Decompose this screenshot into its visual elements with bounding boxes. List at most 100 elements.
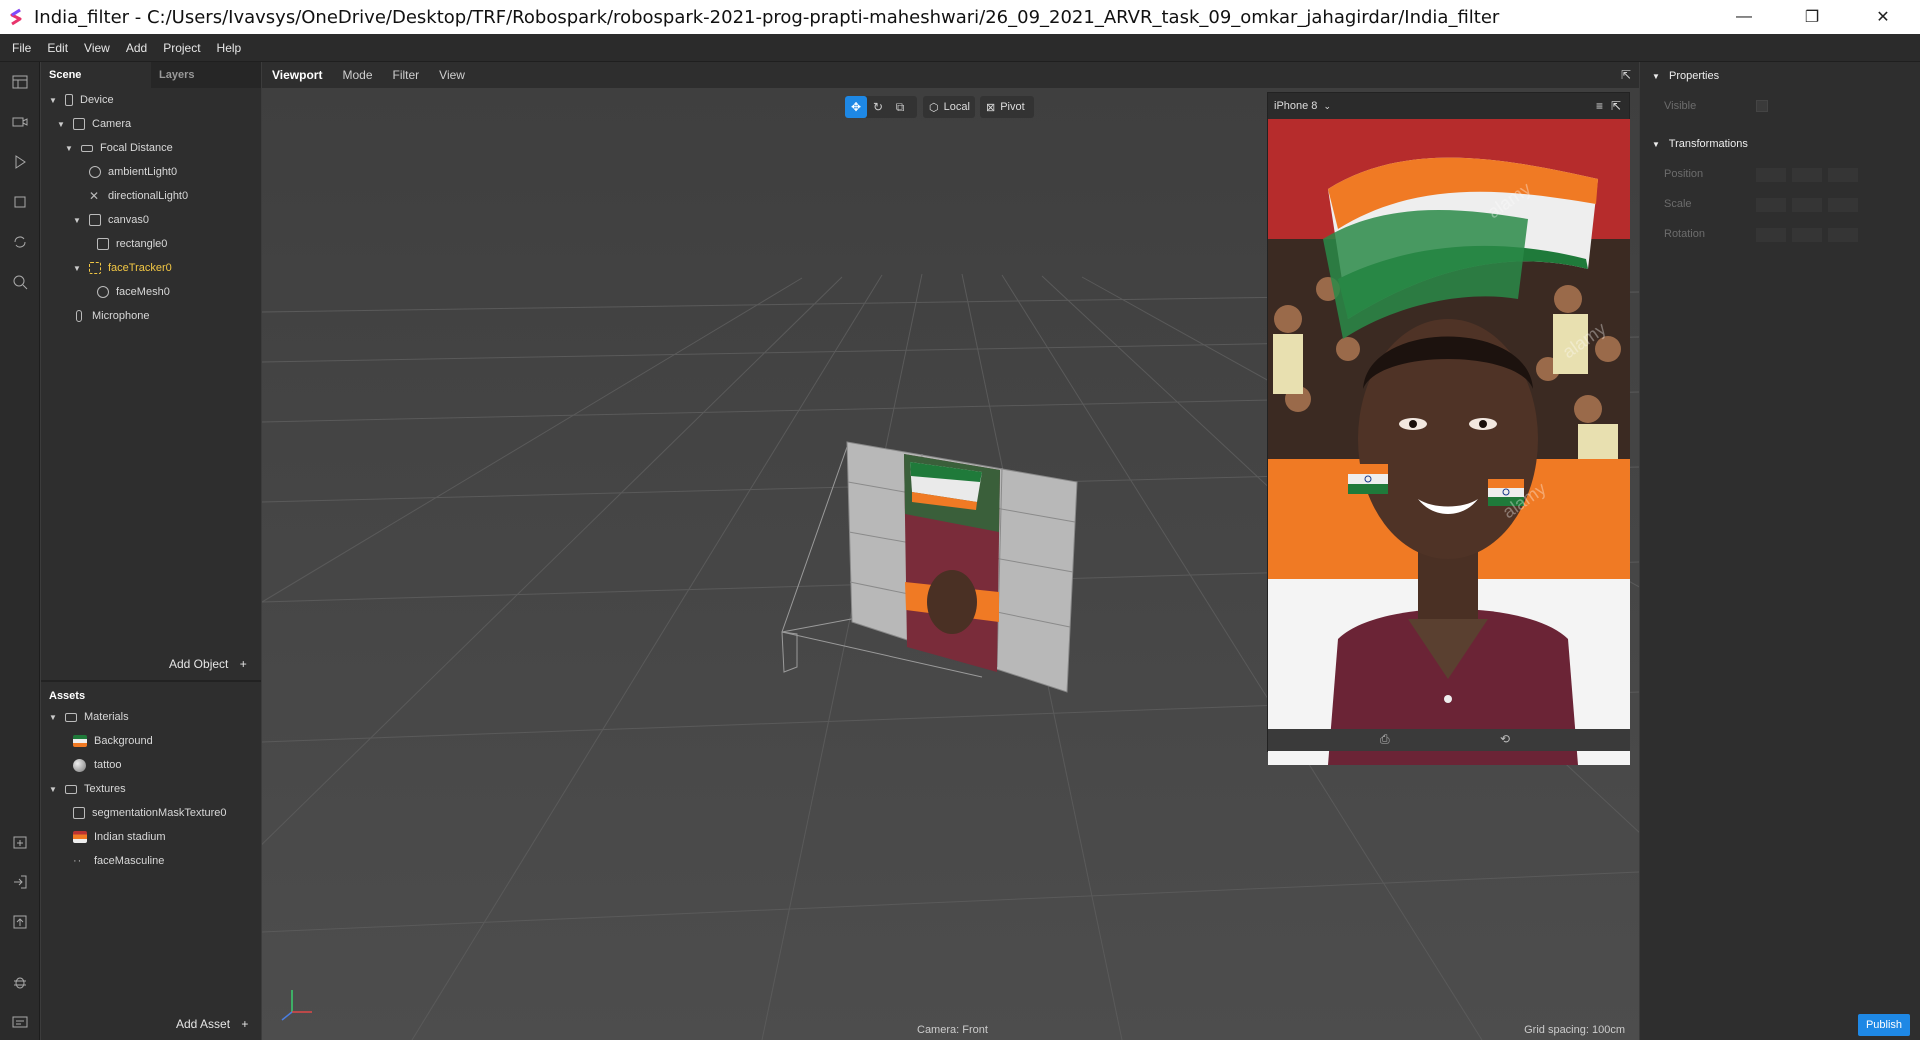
visible-label: Visible	[1664, 100, 1697, 112]
menu-help[interactable]: Help	[209, 41, 250, 55]
rotation-y-field[interactable]	[1792, 228, 1822, 242]
camera-status: Camera: Front	[917, 1024, 988, 1036]
focal-distance-icon	[81, 144, 93, 152]
menu-bar: File Edit View Add Project Help	[0, 34, 1920, 62]
camera-icon	[73, 118, 85, 130]
restore-icon: ❐	[1804, 9, 1820, 26]
position-y-field[interactable]	[1792, 168, 1822, 182]
asset-item-segmentation-mask[interactable]: segmentationMaskTexture0	[73, 803, 227, 823]
cube-icon: ⬡	[929, 101, 939, 114]
chevron-down-icon[interactable]: ▼	[65, 144, 75, 153]
scene-item-microphone[interactable]: Microphone	[73, 306, 149, 326]
menu-icon[interactable]: ≡	[1596, 99, 1603, 113]
popout-icon[interactable]: ⇱	[1611, 99, 1621, 113]
scene-item-focal-distance[interactable]: ▼ Focal Distance	[65, 138, 173, 158]
publish-button[interactable]: Publish	[1858, 1014, 1910, 1036]
popout-icon[interactable]: ⇱	[1621, 68, 1631, 82]
viewport[interactable]: Viewport Mode Filter View ⇱ ✥ ↻ ⧉ ⬡ Loca…	[262, 62, 1639, 1040]
close-icon: ✕	[1876, 9, 1890, 26]
layout-icon[interactable]	[10, 72, 30, 92]
menu-add[interactable]: Add	[118, 41, 155, 55]
simulator-preview[interactable]: alamy alamy alamy	[1268, 119, 1630, 765]
simulator-header: iPhone 8 ⌄ ≡ ⇱	[1268, 93, 1629, 119]
asset-item-background[interactable]: Background	[73, 731, 153, 751]
bug-icon[interactable]	[10, 972, 30, 992]
transformations-section[interactable]: ▼ Transformations	[1652, 138, 1748, 150]
rectangle-icon	[97, 238, 109, 250]
title-bar: India_filter - C:/Users/Ivavsys/OneDrive…	[0, 0, 1920, 34]
chevron-down-icon[interactable]: ▼	[49, 96, 59, 105]
add-asset-button[interactable]: Add Asset +	[176, 1017, 248, 1031]
chevron-down-icon: ▼	[1652, 140, 1660, 149]
add-object-button[interactable]: Add Object +	[169, 657, 247, 671]
cheek-flag-left	[1348, 464, 1388, 494]
scene-item-canvas[interactable]: ▼ canvas0	[73, 210, 149, 230]
scene-item-face-mesh[interactable]: faceMesh0	[97, 282, 170, 302]
chevron-down-icon[interactable]: ▼	[73, 216, 83, 225]
asset-folder-textures[interactable]: ▼ Textures	[49, 779, 126, 799]
scene-item-rectangle[interactable]: rectangle0	[97, 234, 167, 254]
chevron-down-icon[interactable]: ⌄	[1323, 101, 1331, 112]
scale-x-field[interactable]	[1756, 198, 1786, 212]
scale-tool-icon[interactable]: ⧉	[889, 96, 911, 118]
pivot-toggle[interactable]: ⊠ Pivot	[980, 96, 1034, 118]
simulator-panel: iPhone 8 ⌄ ≡ ⇱ alamy alamy alamy ⎙ ⟲	[1267, 92, 1630, 765]
minimize-icon: —	[1736, 8, 1752, 25]
rotate-device-icon[interactable]: ⟲	[1500, 732, 1510, 746]
position-x-field[interactable]	[1756, 168, 1786, 182]
tab-mode[interactable]: Mode	[332, 68, 382, 82]
tab-layers[interactable]: Layers	[151, 62, 261, 88]
local-toggle[interactable]: ⬡ Local	[923, 96, 975, 118]
device-select[interactable]: iPhone 8	[1274, 100, 1317, 112]
scene-item-face-tracker[interactable]: ▼ faceTracker0	[73, 258, 172, 278]
scene-item-directional-light[interactable]: ✕ directionalLight0	[89, 186, 188, 206]
canvas-icon	[89, 214, 101, 226]
close-button[interactable]: ✕	[1855, 0, 1911, 34]
asset-item-indian-stadium[interactable]: Indian stadium	[73, 827, 166, 847]
import-icon[interactable]	[10, 832, 30, 852]
scene-item-device[interactable]: ▼ Device	[49, 90, 114, 110]
scale-z-field[interactable]	[1828, 198, 1858, 212]
screenshot-icon[interactable]: ⎙	[1380, 732, 1390, 747]
rotate-tool-icon[interactable]: ↻	[867, 96, 889, 118]
rotation-z-field[interactable]	[1828, 228, 1858, 242]
scene-item-ambient-light[interactable]: ambientLight0	[89, 162, 177, 182]
minimize-button[interactable]: —	[1716, 0, 1772, 34]
asset-folder-materials[interactable]: ▼ Materials	[49, 707, 129, 727]
console-icon[interactable]	[10, 1012, 30, 1032]
chevron-down-icon[interactable]: ▼	[49, 713, 59, 722]
chevron-down-icon[interactable]: ▼	[73, 264, 83, 273]
chevron-down-icon[interactable]: ▼	[57, 120, 67, 129]
visible-checkbox[interactable]	[1756, 100, 1768, 112]
window-title: India_filter - C:/Users/Ivavsys/OneDrive…	[34, 6, 1500, 28]
tab-viewport[interactable]: Viewport	[262, 68, 332, 82]
assets-title: Assets	[49, 690, 86, 702]
position-z-field[interactable]	[1828, 168, 1858, 182]
stop-icon[interactable]	[10, 192, 30, 212]
move-tool-icon[interactable]: ✥	[845, 96, 867, 118]
properties-section[interactable]: ▼ Properties	[1652, 70, 1719, 82]
asset-item-face-masculine[interactable]: ·· faceMasculine	[73, 851, 164, 871]
scene-panel: Scene Layers ▼ Device ▼ Camera ▼ Focal D…	[41, 62, 261, 1040]
restore-button[interactable]: ❐	[1784, 0, 1840, 34]
asset-item-tattoo[interactable]: tattoo	[73, 755, 122, 775]
scale-y-field[interactable]	[1792, 198, 1822, 212]
menu-view[interactable]: View	[76, 41, 118, 55]
plus-icon: +	[239, 657, 247, 671]
chevron-down-icon[interactable]: ▼	[49, 785, 59, 794]
rotation-x-field[interactable]	[1756, 228, 1786, 242]
login-icon[interactable]	[10, 872, 30, 892]
refresh-icon[interactable]	[10, 232, 30, 252]
upload-icon[interactable]	[10, 912, 30, 932]
tab-view[interactable]: View	[429, 68, 475, 82]
menu-project[interactable]: Project	[155, 41, 208, 55]
video-camera-icon[interactable]	[10, 112, 30, 132]
menu-edit[interactable]: Edit	[39, 41, 76, 55]
menu-file[interactable]: File	[4, 41, 39, 55]
viewport-tabs: Viewport Mode Filter View ⇱	[262, 62, 1639, 88]
tab-filter[interactable]: Filter	[383, 68, 430, 82]
scene-item-camera[interactable]: ▼ Camera	[57, 114, 131, 134]
tab-scene[interactable]: Scene	[41, 62, 151, 88]
play-icon[interactable]	[10, 152, 30, 172]
search-icon[interactable]	[10, 272, 30, 292]
